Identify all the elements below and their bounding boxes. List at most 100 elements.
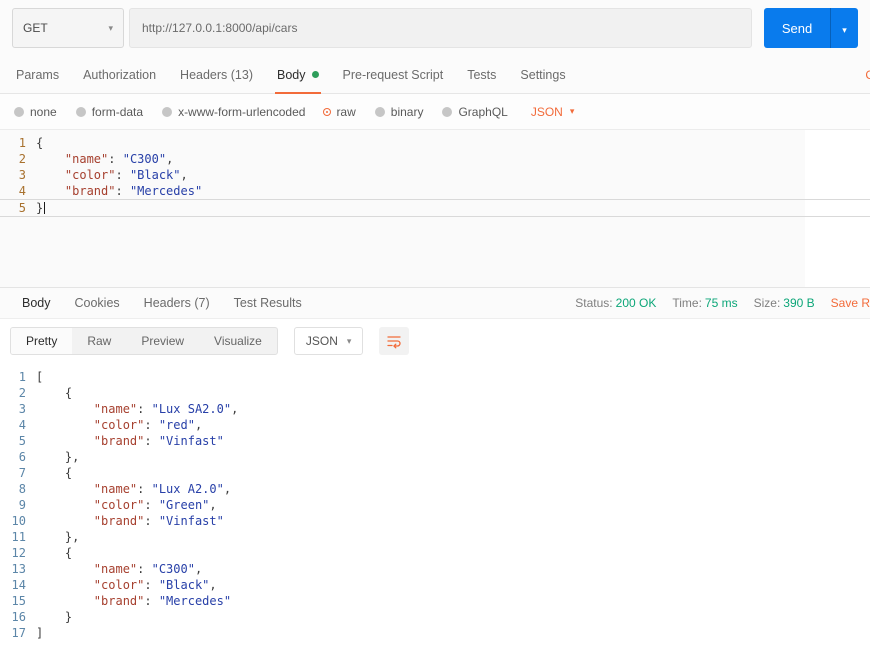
body-mode-row: none form-data x-www-form-urlencoded raw bin…: [0, 94, 870, 130]
code-text: [: [36, 370, 44, 384]
response-body-editor[interactable]: 1[2 {3 "name": "Lux SA2.0", 4 "color": "r…: [0, 363, 870, 641]
response-tab-headers-7[interactable]: Headers (7): [132, 288, 222, 318]
body-mode-binary[interactable]: binary: [374, 104, 424, 119]
save-response-button[interactable]: Save R: [831, 296, 870, 310]
request-tabs-bar: Params Authorization Headers (13) Body Pre-r…: [0, 56, 870, 94]
line-number: 3: [18, 168, 26, 182]
radio-icon: [442, 106, 453, 117]
code-text: "brand": "Vinfast": [93, 514, 224, 528]
body-mode-none[interactable]: none: [14, 105, 57, 119]
radio-icon: [14, 106, 24, 117]
url-input[interactable]: [129, 8, 752, 48]
code-text: {: [36, 546, 73, 560]
tab-headers-13[interactable]: Headers (13): [168, 56, 265, 93]
line-number: 2: [18, 152, 26, 166]
code-text: }: [36, 610, 73, 624]
size-badge: Size: 390 B: [753, 296, 815, 310]
body-mode-label: raw: [336, 104, 356, 119]
tab-body[interactable]: Body: [265, 56, 331, 94]
raw-language-dropdown[interactable]: JSON ▾: [531, 105, 575, 119]
tab-label: Test Results: [233, 296, 302, 310]
tab-label: Body: [22, 296, 51, 310]
wrap-text-button[interactable]: [379, 327, 410, 355]
tab-label: Tests: [467, 67, 497, 82]
code-line: 6 },: [0, 449, 870, 465]
request-url-bar: GET ▾ Send ▾: [0, 0, 870, 56]
view-tab-raw[interactable]: Raw: [72, 328, 126, 354]
method-label: GET: [23, 21, 48, 35]
line-number: 11: [11, 530, 26, 544]
view-tab-pretty[interactable]: Pretty: [11, 328, 73, 354]
radio-icon: [374, 106, 385, 117]
response-tabs: Body Cookies Headers (7) Test Results: [10, 288, 314, 318]
chevron-down-icon: ▾: [346, 335, 352, 346]
request-body-editor[interactable]: 1{2 "name": "C300", 3 "color": "Black", 4 …: [0, 130, 870, 287]
send-split-button: Send ▾: [764, 8, 858, 48]
view-tab-preview[interactable]: Preview: [126, 328, 199, 354]
view-tab-visualize[interactable]: Visualize: [199, 328, 277, 354]
code-text: "brand": "Mercedes": [64, 184, 203, 198]
body-mode-form-data[interactable]: form-data: [75, 105, 143, 119]
response-tab-test-results[interactable]: Test Results: [222, 288, 314, 318]
line-number: 13: [11, 562, 26, 576]
body-mode-x-www-form-urlencoded[interactable]: x-www-form-urlencoded: [162, 105, 305, 119]
code-line: 11 },: [0, 529, 870, 545]
raw-language-label: JSON: [530, 104, 563, 119]
tab-tests[interactable]: Tests: [455, 56, 508, 93]
tab-authorization[interactable]: Authorization: [71, 56, 168, 93]
response-language-dropdown[interactable]: JSON ▾: [293, 327, 364, 355]
postman-app: GET ▾ Send ▾ Params Authorization Headers …: [0, 0, 870, 661]
body-mode-raw[interactable]: raw: [324, 104, 356, 119]
chevron-down-icon: ▾: [569, 106, 575, 116]
code-line: 13 "name": "C300",: [0, 561, 870, 577]
body-mode-label: none: [30, 104, 57, 119]
line-number: 10: [11, 514, 26, 528]
code-line: 12 {: [0, 545, 870, 561]
code-line: 5}: [0, 199, 870, 217]
line-number: 9: [18, 498, 26, 512]
code-line: 4 "brand": "Mercedes": [0, 183, 870, 199]
code-text: "color": "red",: [93, 418, 203, 432]
code-text: "name": "C300",: [64, 152, 174, 166]
line-number: 8: [18, 482, 26, 496]
tab-label: Headers (7): [143, 296, 210, 310]
code-text: },: [36, 450, 80, 464]
cookies-link[interactable]: C: [865, 68, 870, 82]
tab-label: Settings: [520, 67, 566, 82]
body-mode-label: x-www-form-urlencoded: [178, 104, 306, 119]
tab-settings[interactable]: Settings: [508, 56, 577, 93]
body-mode-list: none form-data x-www-form-urlencoded raw bin…: [14, 105, 508, 119]
code-line: 2 {: [0, 385, 870, 401]
code-text: "brand": "Vinfast": [93, 434, 224, 448]
body-mode-label: binary: [390, 104, 424, 119]
method-dropdown[interactable]: GET ▾: [12, 8, 124, 48]
response-meta: Status: 200 OK Time: 75 ms Size: 390 B Save…: [575, 296, 870, 310]
tab-params[interactable]: Params: [4, 56, 71, 93]
response-header: Body Cookies Headers (7) Test Results Statu…: [0, 287, 870, 319]
code-line: 14 "color": "Black",: [0, 577, 870, 593]
code-text: }: [36, 201, 46, 215]
code-text: },: [36, 530, 80, 544]
response-tab-cookies[interactable]: Cookies: [63, 288, 132, 318]
body-mode-graphql[interactable]: GraphQL: [442, 105, 508, 119]
text-cursor: [44, 202, 46, 214]
request-tabs: Params Authorization Headers (13) Body Pre-r…: [4, 56, 578, 94]
code-line: 17]: [0, 625, 870, 641]
code-text: ]: [36, 626, 44, 640]
send-button[interactable]: Send: [764, 8, 830, 48]
chevron-down-icon: ▾: [842, 24, 847, 35]
code-text: "brand": "Mercedes": [93, 594, 232, 608]
response-view-tabs: Pretty Raw Preview Visualize: [10, 327, 278, 355]
time-badge: Time: 75 ms: [672, 296, 738, 310]
code-text: "name": "Lux A2.0",: [93, 482, 232, 496]
response-tab-body[interactable]: Body: [10, 288, 63, 318]
send-dropdown-button[interactable]: ▾: [830, 8, 858, 48]
radio-icon: [162, 106, 173, 117]
code-text: {: [36, 136, 44, 150]
tab-pre-request-script[interactable]: Pre-request Script: [331, 56, 456, 93]
line-number: 2: [18, 386, 26, 400]
tab-label: Params: [16, 67, 60, 82]
code-line: 8 "name": "Lux A2.0",: [0, 481, 870, 497]
code-line: 1[: [0, 369, 870, 385]
code-line: 3 "name": "Lux SA2.0",: [0, 401, 870, 417]
